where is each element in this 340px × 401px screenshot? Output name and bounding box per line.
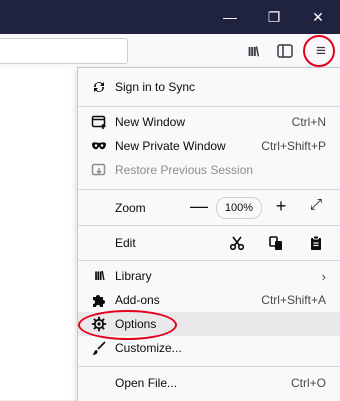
fullscreen-button[interactable]: ⤢ — [304, 196, 328, 220]
addons-item[interactable]: Add-ons Ctrl+Shift+A — [78, 288, 340, 312]
paste-button[interactable] — [304, 231, 328, 255]
addons-shortcut: Ctrl+Shift+A — [261, 293, 326, 307]
menu-separator — [78, 189, 340, 190]
new-window-icon — [90, 113, 108, 131]
url-bar[interactable] — [0, 38, 128, 64]
new-private-window-shortcut: Ctrl+Shift+P — [261, 139, 326, 153]
open-file-shortcut: Ctrl+O — [290, 376, 326, 390]
new-private-window-label: New Private Window — [115, 139, 226, 153]
zoom-reset-button[interactable]: 100% — [216, 197, 262, 219]
navigation-toolbar: III\ ≡ — [0, 34, 340, 69]
edit-label: Edit — [115, 236, 136, 250]
scissors-icon — [229, 236, 245, 251]
library-icon: III\ — [94, 269, 104, 283]
maximize-button[interactable]: ❐ — [252, 0, 296, 34]
restore-session-label: Restore Previous Session — [115, 163, 254, 177]
options-highlight — [78, 310, 177, 340]
open-file-label: Open File... — [115, 376, 178, 390]
minimize-button[interactable]: — — [208, 0, 252, 34]
restore-session-icon — [90, 161, 108, 179]
title-bar: — ❐ ✕ — [0, 0, 340, 34]
library-label: Library — [115, 269, 152, 283]
private-mask-icon — [90, 137, 108, 155]
chevron-right-icon: › — [321, 268, 326, 284]
new-window-label: New Window — [115, 115, 186, 129]
copy-button[interactable] — [264, 231, 288, 255]
clipboard-icon — [311, 235, 321, 250]
menu-separator — [78, 366, 340, 367]
customize-label: Customize... — [115, 341, 182, 355]
zoom-label: Zoom — [115, 201, 146, 215]
restore-session-item[interactable]: Restore Previous Session — [78, 158, 340, 182]
new-private-window-item[interactable]: New Private Window Ctrl+Shift+P — [78, 134, 340, 158]
edit-row: Edit — [78, 229, 340, 257]
sidebar-icon[interactable] — [273, 39, 297, 63]
zoom-in-button[interactable]: + — [269, 196, 293, 220]
app-menu-panel: Sign in to Sync New Window Ctrl+N New Pr… — [77, 67, 340, 401]
menu-separator — [78, 106, 340, 107]
sign-in-sync-item[interactable]: Sign in to Sync — [78, 75, 340, 99]
zoom-out-button[interactable]: — — [187, 196, 211, 220]
sign-in-sync-label: Sign in to Sync — [115, 80, 196, 94]
new-window-shortcut: Ctrl+N — [291, 115, 326, 129]
close-button[interactable]: ✕ — [296, 0, 340, 34]
copy-icon — [269, 236, 282, 250]
zoom-row: Zoom — 100% + ⤢ — [78, 194, 340, 222]
cut-button[interactable] — [225, 231, 249, 255]
menu-separator — [78, 260, 340, 261]
library-item[interactable]: III\ Library › — [78, 264, 340, 288]
menu-button-highlight — [303, 35, 335, 67]
library-icon[interactable]: III\ — [241, 39, 265, 63]
sync-icon — [90, 78, 108, 96]
puzzle-icon — [90, 291, 108, 309]
open-file-item[interactable]: Open File... Ctrl+O — [78, 371, 340, 395]
addons-label: Add-ons — [115, 293, 160, 307]
brush-icon — [90, 339, 108, 357]
menu-separator — [78, 225, 340, 226]
new-window-item[interactable]: New Window Ctrl+N — [78, 110, 340, 134]
